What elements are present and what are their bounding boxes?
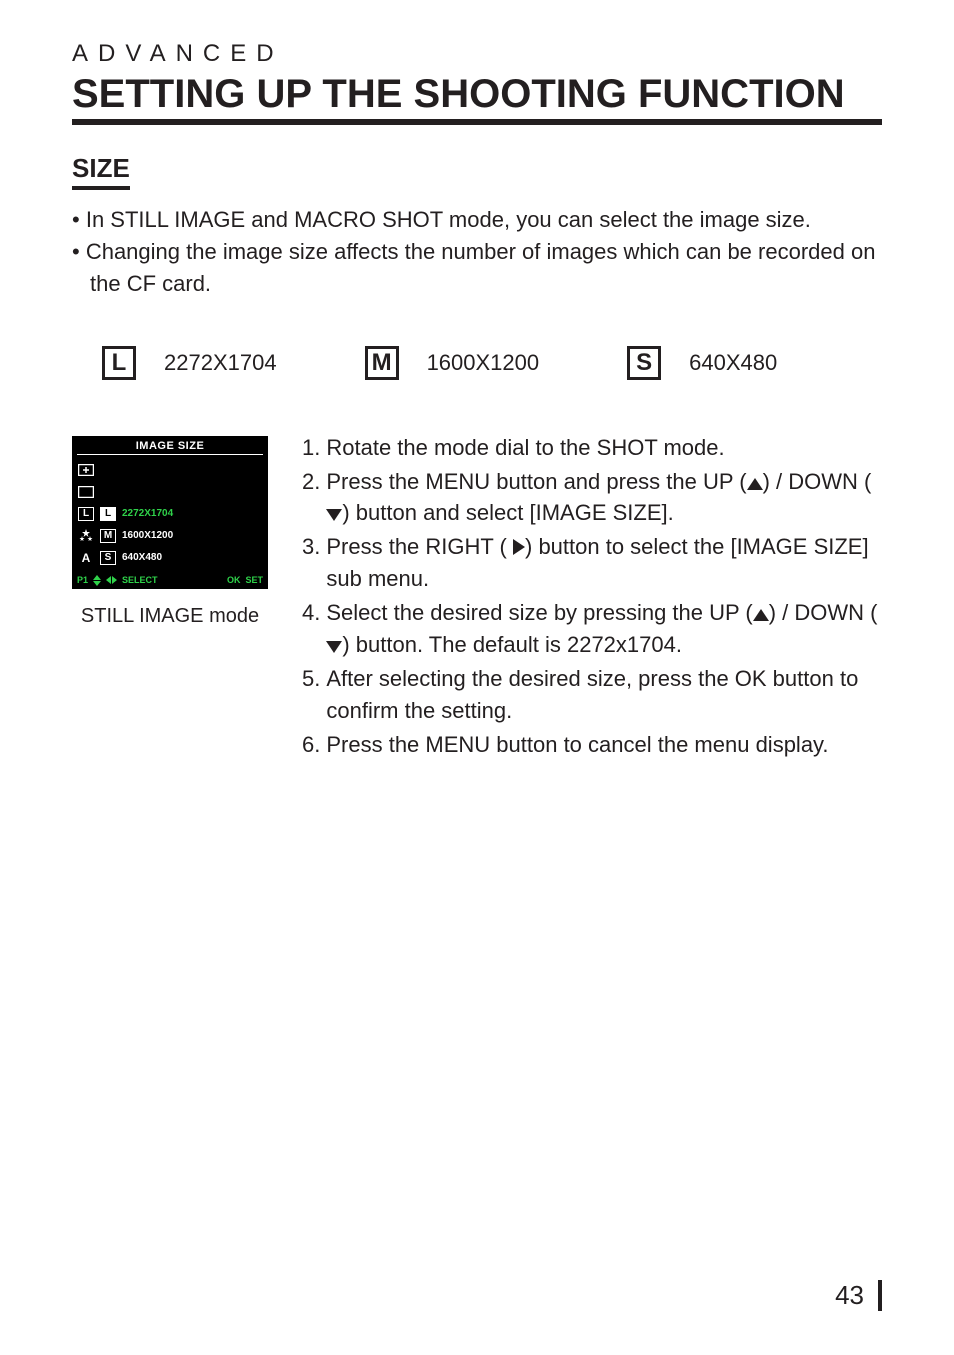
size-badge: S	[627, 346, 661, 380]
lcd-row	[77, 459, 263, 481]
lcd-caption: STILL IMAGE mode	[81, 605, 259, 628]
lcd-title: IMAGE SIZE	[77, 440, 263, 455]
size-badge: S	[100, 551, 116, 565]
lcd-value: 640X480	[122, 552, 162, 563]
lcd-value: 1600X1200	[122, 530, 173, 541]
size-option-s: S 640X480	[627, 346, 777, 380]
arrows-lr-icon	[106, 576, 117, 584]
manual-page: ADVANCED SETTING UP THE SHOOTING FUNCTIO…	[0, 0, 954, 1355]
bullet-item: Changing the image size affects the numb…	[72, 236, 882, 300]
size-badge: L	[102, 346, 136, 380]
intro-bullets: In STILL IMAGE and MACRO SHOT mode, you …	[72, 204, 882, 300]
lcd-row: M 1600X1200	[77, 525, 263, 547]
lcd-ok-label: OK	[227, 575, 241, 585]
size-dimension: 1600X1200	[427, 350, 540, 376]
up-arrow-icon	[753, 609, 769, 621]
subheading-size: SIZE	[72, 153, 130, 190]
lcd-column: IMAGE SIZE L L 2272X1704	[72, 436, 268, 628]
bullet-item: In STILL IMAGE and MACRO SHOT mode, you …	[72, 204, 882, 236]
down-arrow-icon	[326, 509, 342, 521]
section-kicker: ADVANCED	[72, 40, 882, 68]
title-rule	[72, 119, 882, 125]
plus-box-icon	[78, 463, 94, 477]
lcd-page-label: P1	[77, 575, 88, 585]
lcd-set-label: SET	[245, 575, 263, 585]
step-6: 6. Press the MENU button to cancel the m…	[302, 729, 882, 761]
size-options-row: L 2272X1704 M 1600X1200 S 640X480	[102, 346, 882, 380]
size-option-l: L 2272X1704	[102, 346, 277, 380]
size-dimension: 2272X1704	[164, 350, 277, 376]
size-badge: M	[365, 346, 399, 380]
step-1: 1. Rotate the mode dial to the SHOT mode…	[302, 432, 882, 464]
right-arrow-icon	[513, 539, 525, 555]
step-4: 4. Select the desired size by pressing t…	[302, 597, 882, 661]
step-3: 3. Press the RIGHT ( ) button to select …	[302, 531, 882, 595]
lcd-footer: P1 SELECT OK SET	[77, 573, 263, 586]
stars-icon	[78, 529, 94, 543]
size-badge: M	[100, 529, 116, 543]
lcd-row: A S 640X480	[77, 547, 263, 569]
lcd-select-label: SELECT	[122, 575, 158, 585]
arrows-ud-icon	[93, 575, 101, 586]
lcd-row: L L 2272X1704	[77, 503, 263, 525]
size-dimension: 640X480	[689, 350, 777, 376]
a-icon: A	[78, 551, 94, 565]
body-row: IMAGE SIZE L L 2272X1704	[72, 436, 882, 763]
lcd-value: 2272X1704	[122, 508, 173, 519]
box-icon	[78, 485, 94, 499]
instruction-steps: 1. Rotate the mode dial to the SHOT mode…	[302, 432, 882, 763]
size-badge: L	[100, 507, 116, 521]
lcd-screen: IMAGE SIZE L L 2272X1704	[72, 436, 268, 589]
step-5: 5. After selecting the desired size, pre…	[302, 663, 882, 727]
side-badge: L	[78, 507, 94, 521]
lcd-row	[77, 481, 263, 503]
size-option-m: M 1600X1200	[365, 346, 540, 380]
page-number: 43	[835, 1280, 882, 1311]
down-arrow-icon	[326, 641, 342, 653]
step-2: 2. Press the MENU button and press the U…	[302, 466, 882, 530]
page-title: SETTING UP THE SHOOTING FUNCTION	[72, 72, 882, 117]
up-arrow-icon	[747, 478, 763, 490]
